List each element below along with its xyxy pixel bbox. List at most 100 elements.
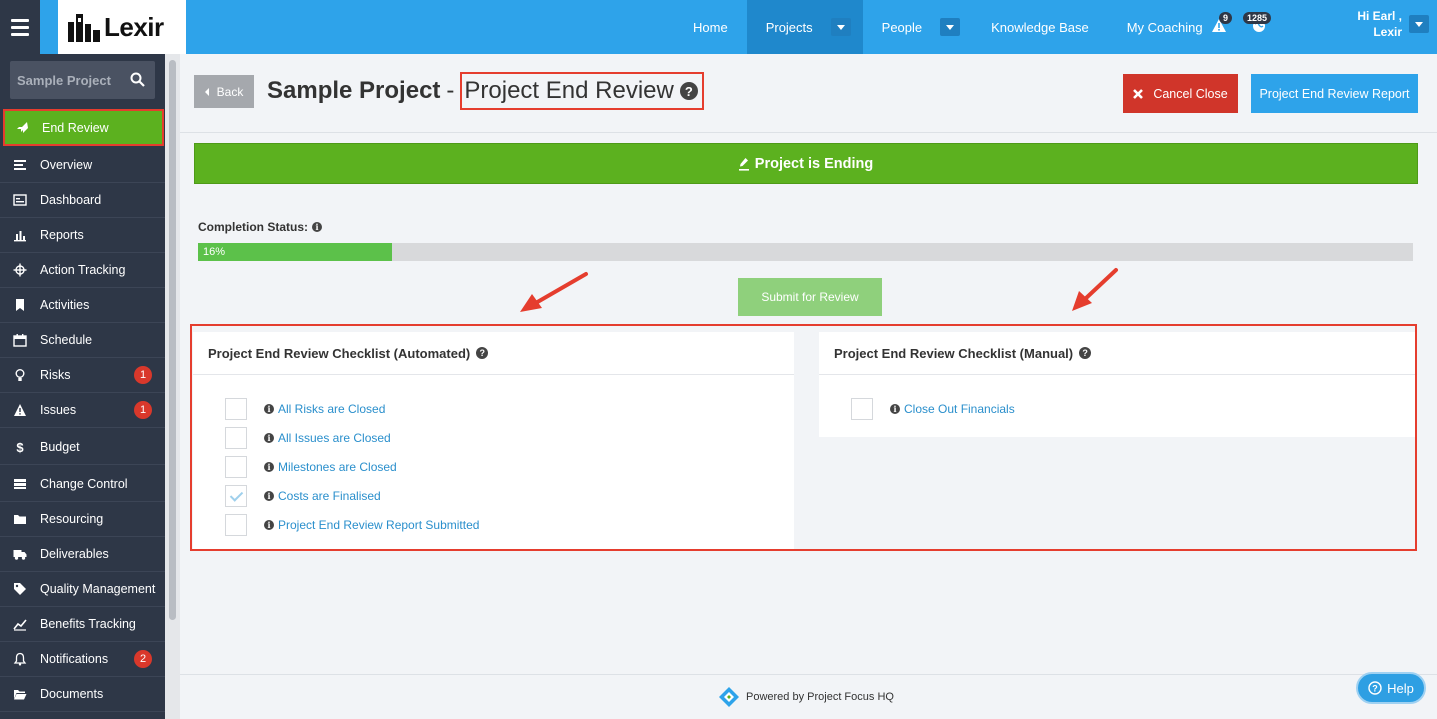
- sidebar-item-label: Documents: [40, 687, 104, 701]
- automated-checklist-panel: Project End Review Checklist (Automated)…: [193, 332, 794, 549]
- info-icon[interactable]: i: [312, 222, 322, 232]
- search-icon[interactable]: [130, 72, 145, 87]
- sidebar-item-issues[interactable]: Issues 1: [0, 393, 165, 428]
- manual-checklist-header: Project End Review Checklist (Manual) ?: [819, 332, 1415, 375]
- info-icon[interactable]: i: [264, 433, 274, 443]
- project-focus-logo-icon: [719, 687, 739, 707]
- sidebar-item-dashboard[interactable]: Dashboard: [0, 183, 165, 218]
- checklist-checkbox[interactable]: [225, 427, 247, 449]
- help-button[interactable]: ? Help: [1356, 672, 1426, 704]
- page-title: Sample Project - Project End Review ?: [267, 72, 704, 110]
- sidebar-item-deliverables[interactable]: Deliverables: [0, 537, 165, 572]
- sidebar-item-overview[interactable]: Overview: [0, 148, 165, 183]
- end-review-report-button[interactable]: Project End Review Report: [1251, 74, 1418, 113]
- checklist-item-link[interactable]: All Issues are Closed: [278, 431, 391, 445]
- pencil-icon: [738, 157, 749, 171]
- nav-home[interactable]: Home: [674, 0, 747, 54]
- list-icon: [13, 158, 27, 172]
- info-icon[interactable]: i: [264, 491, 274, 501]
- app-logo[interactable]: Lexir: [58, 0, 186, 54]
- completion-progress-fill: 16%: [198, 243, 393, 261]
- sidebar-scroll-thumb[interactable]: [169, 60, 176, 620]
- bookmark-icon: [13, 298, 27, 312]
- sidebar-item-benefits-tracking[interactable]: Benefits Tracking: [0, 607, 165, 642]
- completion-status-label: Completion Status: i: [198, 220, 322, 234]
- crosshair-icon: [13, 263, 27, 277]
- checklist-item-link[interactable]: Costs are Finalised: [278, 489, 381, 503]
- help-question-icon[interactable]: ?: [1079, 347, 1092, 359]
- sidebar-item-label: Action Tracking: [40, 263, 126, 277]
- sidebar-item-label: Quality Management: [40, 582, 156, 596]
- sidebar-item-resourcing[interactable]: Resourcing: [0, 502, 165, 537]
- automated-checklist-header: Project End Review Checklist (Automated)…: [193, 332, 794, 375]
- nav-home-label: Home: [693, 19, 728, 35]
- annotation-arrow-left: [520, 272, 588, 312]
- info-icon[interactable]: i: [264, 520, 274, 530]
- sidebar-item-risks[interactable]: Risks 1: [0, 358, 165, 393]
- page-title-text: Project End Review: [464, 77, 674, 104]
- sidebar-item-schedule[interactable]: Schedule: [0, 323, 165, 358]
- sidebar-item-documents[interactable]: Documents: [0, 677, 165, 712]
- project-search-input[interactable]: Sample Project: [10, 61, 155, 99]
- checklist-item-link[interactable]: Close Out Financials: [904, 402, 1015, 416]
- folder-icon: [13, 512, 27, 526]
- sidebar-item-end-review[interactable]: End Review: [3, 109, 164, 146]
- footer-divider: [180, 674, 1437, 675]
- warning-icon: [13, 403, 27, 417]
- back-button[interactable]: Back: [194, 75, 254, 108]
- checklist-item: i Close Out Financials: [851, 398, 1015, 420]
- alert-count-badge: 9: [1219, 12, 1233, 24]
- sidebar-item-notifications[interactable]: Notifications 2: [0, 642, 165, 677]
- page-title-highlight: Project End Review ?: [460, 72, 704, 110]
- annotation-arrow-right: [1072, 268, 1118, 311]
- projects-dropdown-caret-icon[interactable]: [830, 18, 851, 36]
- lightbulb-icon: [13, 368, 27, 382]
- nav-my-coaching[interactable]: My Coaching: [1108, 0, 1222, 54]
- submit-for-review-button[interactable]: Submit for Review: [738, 278, 882, 316]
- checklist-item-link[interactable]: All Risks are Closed: [278, 402, 385, 416]
- sidebar-item-reports[interactable]: Reports: [0, 218, 165, 253]
- help-question-icon[interactable]: ?: [679, 82, 698, 100]
- line-chart-icon: [13, 617, 27, 631]
- checklist-item: i All Issues are Closed: [225, 427, 391, 449]
- nav-projects-label: Projects: [765, 19, 813, 35]
- sidebar-item-activities[interactable]: Activities: [0, 288, 165, 323]
- cancel-close-button[interactable]: Cancel Close: [1123, 74, 1238, 113]
- sidebar-item-budget[interactable]: $ Budget: [0, 430, 165, 465]
- nav-people[interactable]: People: [863, 0, 972, 54]
- sidebar-item-label: Change Control: [40, 477, 128, 491]
- checklist-checkbox[interactable]: [225, 456, 247, 478]
- sidebar-item-action-tracking[interactable]: Action Tracking: [0, 253, 165, 288]
- sidebar-item-label: Overview: [40, 158, 93, 172]
- nav-projects[interactable]: Projects: [746, 0, 863, 54]
- people-dropdown-caret-icon[interactable]: [940, 18, 961, 36]
- sidebar-item-quality-management[interactable]: Quality Management: [0, 572, 165, 607]
- user-menu[interactable]: Hi Earl , Lexir: [1340, 8, 1402, 40]
- header-divider: [180, 132, 1437, 133]
- count-badge: 2: [134, 650, 152, 668]
- user-dropdown-caret-icon[interactable]: [1409, 15, 1429, 33]
- checklist-item-link[interactable]: Milestones are Closed: [278, 460, 397, 474]
- checklist-checkbox[interactable]: [851, 398, 873, 420]
- checklist-item-link[interactable]: Project End Review Report Submitted: [278, 518, 479, 532]
- bar-chart-icon: [13, 228, 27, 242]
- checklist-checkbox[interactable]: [225, 485, 247, 507]
- checklist-checkbox[interactable]: [225, 514, 247, 536]
- info-icon[interactable]: i: [264, 404, 274, 414]
- project-name: Sample Project: [267, 77, 441, 104]
- checklist-checkbox[interactable]: [225, 398, 247, 420]
- footer: Powered by Project Focus HQ: [718, 686, 894, 708]
- sidebar-item-label: Dashboard: [40, 193, 102, 207]
- sidebar-item-change-control[interactable]: Change Control: [0, 467, 165, 502]
- folder-open-icon: [13, 687, 27, 701]
- nav-knowledge-base[interactable]: Knowledge Base: [972, 0, 1108, 54]
- question-circle-icon: ?: [1368, 681, 1382, 695]
- help-question-icon[interactable]: ?: [476, 347, 489, 359]
- sidebar-item-label: Notifications: [40, 652, 109, 666]
- info-icon[interactable]: i: [264, 462, 274, 472]
- info-icon[interactable]: i: [890, 404, 900, 414]
- checklist-item: i All Risks are Closed: [225, 398, 385, 420]
- menu-icon[interactable]: [0, 0, 40, 54]
- sidebar-item-label: Benefits Tracking: [40, 617, 136, 631]
- checklist-item: i Costs are Finalised: [225, 485, 381, 507]
